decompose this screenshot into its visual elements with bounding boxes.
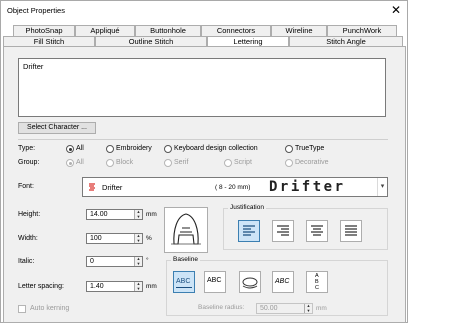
- group-all-radio[interactable]: [66, 159, 74, 167]
- letter-spacing-spin-arrows[interactable]: ▲ ▼: [134, 281, 142, 291]
- group-script-radio[interactable]: [224, 159, 232, 167]
- baseline-line: [176, 287, 192, 288]
- align-justify-button[interactable]: [340, 220, 362, 242]
- type-truetype-label: TrueType: [295, 145, 325, 152]
- justification-label: Justification: [228, 204, 266, 211]
- group-all-label: All: [76, 159, 84, 166]
- close-icon[interactable]: ✕: [389, 3, 403, 17]
- align-right-button[interactable]: [272, 220, 294, 242]
- baseline-radius-unit: mm: [316, 305, 327, 312]
- lettering-text-input[interactable]: Drifter: [18, 58, 386, 117]
- align-left-icon: [243, 225, 255, 236]
- embroidery-font-icon: [88, 183, 96, 192]
- letter-preview: [164, 207, 208, 253]
- tab-applique[interactable]: Appliqué: [75, 25, 135, 36]
- height-value: 14.00: [90, 211, 108, 218]
- type-embroidery-radio[interactable]: [106, 145, 114, 153]
- auto-kerning-label: Auto kerning: [30, 305, 70, 312]
- letter-spacing-unit: mm: [146, 283, 157, 290]
- baseline-circle-icon: [242, 277, 258, 289]
- type-all-label: All: [76, 145, 84, 152]
- width-stepper[interactable]: 100 ▲ ▼: [86, 233, 143, 244]
- divider: [18, 139, 388, 140]
- type-truetype-radio[interactable]: [285, 145, 293, 153]
- align-left-button[interactable]: [238, 220, 260, 242]
- select-character-button[interactable]: Select Character ...: [18, 122, 96, 134]
- font-size-range: ( 8 - 20 mm): [215, 184, 251, 191]
- baseline-arc-icon: ABC: [275, 278, 290, 285]
- align-center-icon: [311, 225, 323, 236]
- baseline-label: Baseline: [171, 256, 200, 263]
- baseline-circle-button[interactable]: [239, 271, 261, 293]
- title-bar: Object Properties ✕: [1, 1, 407, 20]
- height-spin-arrows[interactable]: ▲ ▼: [134, 209, 142, 219]
- letter-spacing-stepper[interactable]: 1.40 ▲ ▼: [86, 281, 143, 292]
- letter-spacing-value: 1.40: [90, 283, 104, 290]
- type-keyboard-label: Keyboard design collection: [174, 145, 258, 152]
- baseline-straight-button[interactable]: ABC: [173, 271, 195, 293]
- italic-label: Italic:: [18, 258, 35, 265]
- width-spin-arrows[interactable]: ▲ ▼: [134, 233, 142, 243]
- baseline-freehand-icon: ABC: [207, 277, 222, 284]
- tab-connectors[interactable]: Connectors: [201, 25, 271, 36]
- tab-wireline[interactable]: Wireline: [271, 25, 327, 36]
- italic-value: 0: [90, 258, 94, 265]
- type-label: Type:: [18, 145, 36, 152]
- height-label: Height:: [18, 211, 41, 218]
- tab-buttonhole[interactable]: Buttonhole: [135, 25, 201, 36]
- tab-photosnap[interactable]: PhotoSnap: [13, 25, 75, 36]
- baseline-radius-stepper[interactable]: 50.00 ▲ ▼: [256, 303, 313, 314]
- baseline-radius-value: 50.00: [260, 305, 278, 312]
- group-script-label: Script: [234, 159, 252, 166]
- group-decorative-radio[interactable]: [285, 159, 293, 167]
- group-label: Group:: [18, 159, 40, 166]
- group-block-label: Block: [116, 159, 134, 166]
- baseline-radius-label: Baseline radius:: [198, 304, 245, 311]
- object-properties-dialog: Object Properties ✕ PhotoSnap Appliqué B…: [0, 0, 408, 323]
- font-name: Drifter: [102, 183, 123, 192]
- italic-unit: °: [146, 257, 149, 264]
- group-block-radio[interactable]: [106, 159, 114, 167]
- baseline-straight-icon: ABC: [176, 278, 191, 285]
- align-justify-icon: [345, 225, 357, 236]
- baseline-vertical-icon: A B C: [315, 273, 319, 291]
- font-preview: Drifter: [269, 179, 346, 195]
- chevron-down-icon[interactable]: ▾: [377, 178, 387, 196]
- align-center-button[interactable]: [306, 220, 328, 242]
- align-right-icon: [277, 225, 289, 236]
- baseline-arc-button[interactable]: ABC: [272, 271, 294, 293]
- width-value: 100: [90, 235, 102, 242]
- tab-row-top: PhotoSnap Appliqué Buttonhole Connectors…: [1, 25, 407, 36]
- baseline-freehand-button[interactable]: ABC: [204, 271, 226, 293]
- italic-spin-arrows[interactable]: ▲ ▼: [134, 256, 142, 266]
- dialog-title: Object Properties: [7, 6, 65, 15]
- italic-stepper[interactable]: 0 ▲ ▼: [86, 256, 143, 267]
- group-serif-radio[interactable]: [164, 159, 172, 167]
- baseline-vertical-button[interactable]: A B C: [306, 271, 328, 293]
- tab-punchwork[interactable]: PunchWork: [327, 25, 397, 36]
- type-embroidery-label: Embroidery: [116, 145, 152, 152]
- width-unit: %: [146, 235, 152, 242]
- group-decorative-label: Decorative: [295, 159, 329, 166]
- baseline-radius-spin-arrows[interactable]: ▲ ▼: [304, 303, 312, 313]
- width-label: Width:: [18, 235, 38, 242]
- height-stepper[interactable]: 14.00 ▲ ▼: [86, 209, 143, 220]
- group-serif-label: Serif: [174, 159, 189, 166]
- height-unit: mm: [146, 211, 157, 218]
- type-keyboard-radio[interactable]: [164, 145, 172, 153]
- font-label: Font:: [18, 183, 34, 190]
- type-all-radio[interactable]: [66, 145, 74, 153]
- letter-spacing-label: Letter spacing:: [18, 283, 64, 290]
- font-select[interactable]: Drifter ( 8 - 20 mm) Drifter ▾: [82, 177, 388, 197]
- auto-kerning-checkbox[interactable]: [18, 305, 26, 313]
